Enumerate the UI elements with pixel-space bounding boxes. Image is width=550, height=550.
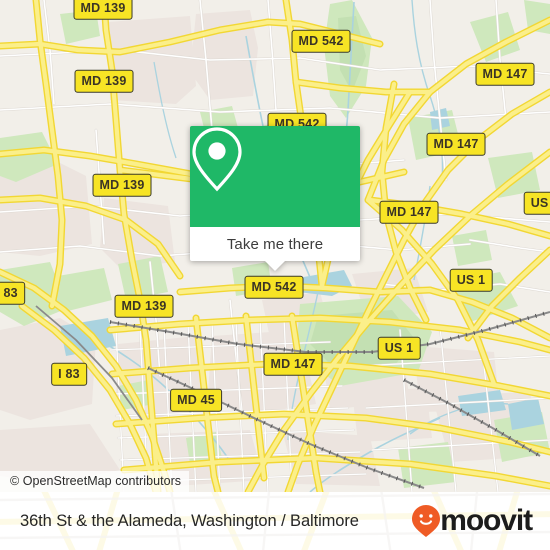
road-shield: MD 542	[291, 29, 351, 53]
road-shield: MD 147	[263, 352, 323, 376]
road-shield: MD 45	[170, 388, 222, 412]
road-shield: MD 139	[114, 294, 174, 318]
road-shield: I 83	[0, 281, 25, 305]
take-me-there-button[interactable]: Take me there	[190, 227, 360, 271]
moovit-wordmark: moovit	[440, 504, 533, 537]
road-shield: MD 542	[244, 275, 304, 299]
map-pin-icon	[192, 127, 242, 192]
road-shield: US 1	[377, 336, 421, 360]
osm-attribution[interactable]: © OpenStreetMap contributors	[0, 471, 190, 492]
road-shield: US 1	[523, 191, 550, 215]
road-shield: MD 147	[379, 200, 439, 224]
popup-image-panel	[190, 126, 360, 227]
road-shield: MD 147	[426, 132, 486, 156]
road-shield: MD 147	[475, 62, 535, 86]
road-shield: MD 139	[73, 0, 133, 20]
footer-bar: 36th St & the Alameda, Washington / Balt…	[0, 492, 550, 550]
popup-pointer-tail	[265, 261, 285, 271]
moovit-map-share-card: .land{fill:#f2efe9;} .res{fill:#ece4df;}…	[0, 0, 550, 550]
moovit-logo[interactable]: moovit	[411, 504, 533, 538]
road-shield: MD 139	[92, 173, 152, 197]
road-shield: US 1	[449, 268, 493, 292]
moovit-smiley-pin-icon	[412, 505, 441, 537]
road-shield: MD 139	[74, 69, 134, 93]
place-name-label: 36th St & the Alameda, Washington / Balt…	[20, 511, 359, 530]
map-canvas[interactable]: .land{fill:#f2efe9;} .res{fill:#ece4df;}…	[0, 0, 550, 492]
location-popup[interactable]: Take me there	[190, 126, 360, 271]
take-me-there-label: Take me there	[226, 235, 324, 253]
road-shield: I 83	[51, 362, 87, 386]
